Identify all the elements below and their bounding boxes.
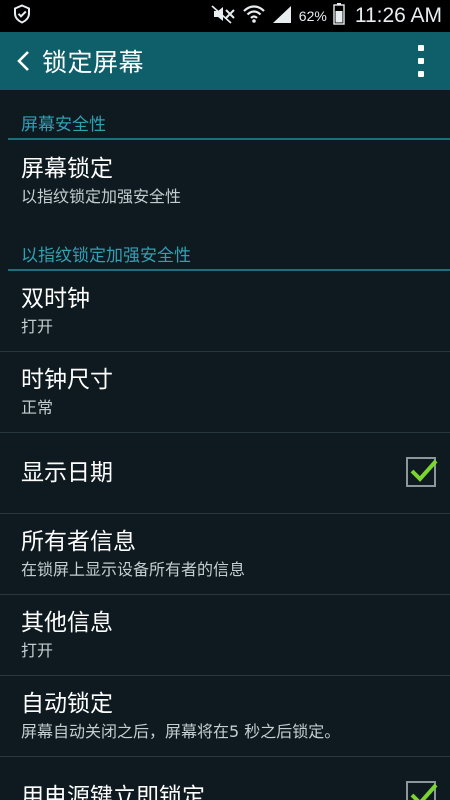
setting-subtitle: 以指纹锁定加强安全性 <box>21 186 182 206</box>
check-icon <box>410 783 438 800</box>
setting-title: 自动锁定 <box>21 691 113 717</box>
page-title: 锁定屏幕 <box>42 48 145 77</box>
setting-subtitle: 在锁屏上显示设备所有者的信息 <box>21 560 246 579</box>
setting-auto-lock[interactable]: 自动锁定 屏幕自动关闭之后，屏幕将在5 秒之后锁定。 <box>0 676 450 757</box>
check-icon <box>410 459 438 482</box>
setting-additional-info[interactable]: 其他信息 打开 <box>0 595 450 676</box>
setting-title: 用电源键立即锁定 <box>21 784 205 800</box>
setting-subtitle: 正常 <box>21 398 54 417</box>
section-header-fingerprint: 以指纹锁定加强安全性 <box>0 221 450 271</box>
power-key-lock-checkbox[interactable] <box>406 781 438 800</box>
more-dot-icon <box>418 71 424 78</box>
status-time: 11:26 AM <box>354 4 442 27</box>
show-date-checkbox[interactable] <box>406 457 438 487</box>
setting-title: 所有者信息 <box>21 529 136 555</box>
signal-icon <box>271 4 293 28</box>
more-dot-icon <box>418 57 424 64</box>
setting-subtitle: 打开 <box>21 317 54 336</box>
back-button[interactable] <box>10 41 36 81</box>
setting-power-key-lock[interactable]: 用电源键立即锁定 <box>0 757 450 800</box>
status-right: 62% 11:26 AM <box>211 3 442 29</box>
chevron-left-icon <box>17 51 29 71</box>
setting-title: 其他信息 <box>21 610 113 636</box>
setting-show-date[interactable]: 显示日期 <box>0 433 450 514</box>
shield-icon <box>12 4 32 28</box>
more-dot-icon <box>418 44 424 51</box>
mute-icon <box>211 4 237 28</box>
setting-owner-info[interactable]: 所有者信息 在锁屏上显示设备所有者的信息 <box>0 514 450 595</box>
section-header-screen-security: 屏幕安全性 <box>0 90 450 140</box>
setting-title: 显示日期 <box>21 460 113 486</box>
wifi-icon <box>243 4 265 28</box>
setting-subtitle: 屏幕自动关闭之后，屏幕将在5 秒之后锁定。 <box>21 722 341 741</box>
setting-clock-size[interactable]: 时钟尺寸 正常 <box>0 352 450 433</box>
settings-list: 屏幕安全性 屏幕锁定 以指纹锁定加强安全性 以指纹锁定加强安全性 双时钟 打开 … <box>0 90 450 800</box>
battery-icon <box>333 3 345 29</box>
setting-title: 屏幕锁定 <box>21 155 113 182</box>
setting-screen-lock[interactable]: 屏幕锁定 以指纹锁定加强安全性 <box>0 140 450 221</box>
lock-screen-settings: 62% 11:26 AM 锁定屏幕 屏幕安全性 屏幕锁定 以指纹锁定加强安全性 … <box>0 0 450 800</box>
status-left <box>12 4 32 28</box>
setting-dual-clock[interactable]: 双时钟 打开 <box>0 271 450 352</box>
battery-percent: 62% <box>298 8 327 24</box>
setting-title: 双时钟 <box>21 286 90 312</box>
setting-title: 时钟尺寸 <box>21 367 113 393</box>
status-bar: 62% 11:26 AM <box>0 0 450 32</box>
action-bar: 锁定屏幕 <box>0 32 450 90</box>
more-options-button[interactable] <box>414 41 428 81</box>
setting-subtitle: 打开 <box>21 641 54 660</box>
